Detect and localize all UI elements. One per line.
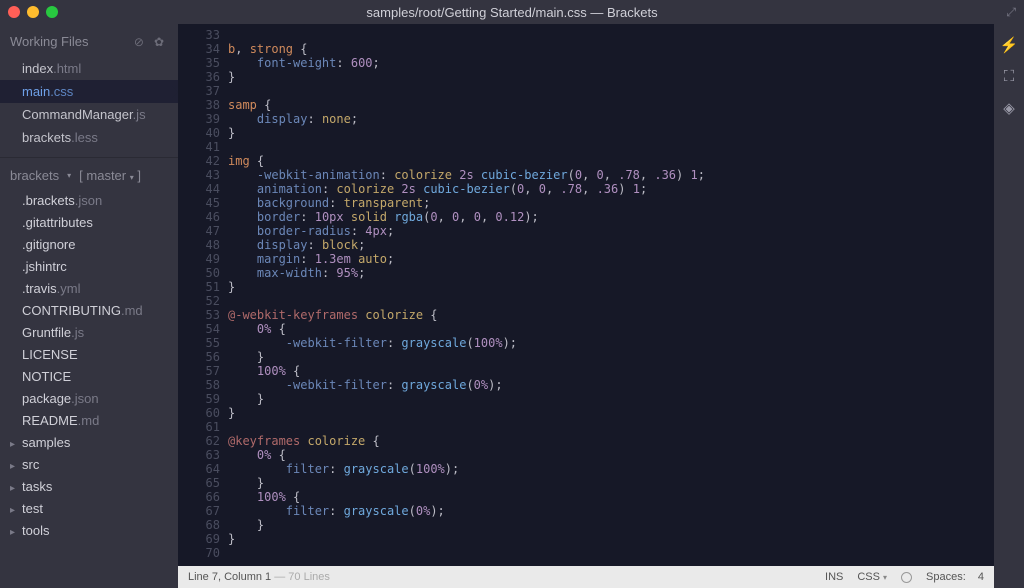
file-item[interactable]: Gruntfile.js	[0, 321, 178, 343]
working-file-item[interactable]: CommandManager.js	[0, 103, 178, 126]
working-files-label: Working Files	[10, 34, 89, 49]
code-line[interactable]	[228, 294, 994, 308]
right-toolbar: ⚡ ⛶ ◈	[994, 24, 1024, 588]
gear-icon[interactable]: ✿	[154, 35, 164, 49]
extension-manager-icon[interactable]: ⛶	[1004, 68, 1015, 85]
code-line[interactable]: }	[228, 126, 994, 140]
code-line[interactable]: animation: colorize 2s cubic-bezier(0, 0…	[228, 182, 994, 196]
file-item[interactable]: LICENSE	[0, 343, 178, 365]
total-lines: 70 Lines	[288, 571, 330, 583]
folder-item[interactable]: test	[0, 497, 178, 519]
code-line[interactable]: font-weight: 600;	[228, 56, 994, 70]
insert-mode[interactable]: INS	[825, 571, 843, 583]
code-line[interactable]: display: block;	[228, 238, 994, 252]
project-tree: .brackets.json.gitattributes.gitignore.j…	[0, 189, 178, 561]
code-line[interactable]	[228, 420, 994, 434]
working-file-item[interactable]: index.html	[0, 57, 178, 80]
project-name: brackets	[10, 168, 59, 183]
code-line[interactable]: -webkit-filter: grayscale(100%);	[228, 336, 994, 350]
file-item[interactable]: .travis.yml	[0, 277, 178, 299]
code-line[interactable]: }	[228, 392, 994, 406]
code-line[interactable]	[228, 28, 994, 42]
maximize-icon[interactable]	[46, 6, 58, 18]
code-line[interactable]	[228, 546, 994, 560]
git-branch: master	[86, 168, 126, 183]
fullscreen-icon[interactable]: ⤢	[1006, 5, 1016, 20]
sidebar: Working Files ⊘ ✿ index.htmlmain.cssComm…	[0, 24, 178, 588]
live-preview-icon[interactable]: ⚡	[1000, 36, 1019, 54]
code-line[interactable]: 100% {	[228, 490, 994, 504]
statusbar: Line 7, Column 1 — 70 Lines INS CSS ▾ Sp…	[178, 566, 994, 588]
file-item[interactable]: CONTRIBUTING.md	[0, 299, 178, 321]
folder-item[interactable]: tools	[0, 519, 178, 541]
working-files-list: index.htmlmain.cssCommandManager.jsbrack…	[0, 55, 178, 157]
editor[interactable]: 3334353637383940414243444546474849505152…	[178, 24, 994, 588]
lint-status-icon[interactable]	[901, 572, 912, 583]
folder-item[interactable]: samples	[0, 431, 178, 453]
file-item[interactable]: .brackets.json	[0, 189, 178, 211]
code-line[interactable]: samp {	[228, 98, 994, 112]
language-mode[interactable]: CSS ▾	[857, 571, 887, 583]
working-files-header: Working Files ⊘ ✿	[0, 24, 178, 55]
code-line[interactable]: border-radius: 4px;	[228, 224, 994, 238]
code-line[interactable]: }	[228, 350, 994, 364]
code-line[interactable]: border: 10px solid rgba(0, 0, 0, 0.12);	[228, 210, 994, 224]
project-header[interactable]: brackets▾ [ master ▾ ]	[0, 157, 178, 189]
code-line[interactable]: }	[228, 70, 994, 84]
code-line[interactable]: background: transparent;	[228, 196, 994, 210]
file-item[interactable]: .gitignore	[0, 233, 178, 255]
folder-item[interactable]: src	[0, 453, 178, 475]
code-line[interactable]: @-webkit-keyframes colorize {	[228, 308, 994, 322]
file-item[interactable]: .jshintrc	[0, 255, 178, 277]
working-file-item[interactable]: main.css	[0, 80, 178, 103]
file-item[interactable]: .gitattributes	[0, 211, 178, 233]
code-line[interactable]	[228, 84, 994, 98]
close-all-icon[interactable]: ⊘	[134, 35, 144, 49]
code-line[interactable]: display: none;	[228, 112, 994, 126]
code-line[interactable]: }	[228, 532, 994, 546]
traffic-lights	[8, 6, 58, 18]
file-item[interactable]: package.json	[0, 387, 178, 409]
code-line[interactable]: margin: 1.3em auto;	[228, 252, 994, 266]
code-area[interactable]: b, strong { font-weight: 600;} samp { dis…	[228, 28, 994, 566]
code-line[interactable]: -webkit-animation: colorize 2s cubic-bez…	[228, 168, 994, 182]
code-line[interactable]: filter: grayscale(100%);	[228, 462, 994, 476]
close-icon[interactable]	[8, 6, 20, 18]
code-line[interactable]: filter: grayscale(0%);	[228, 504, 994, 518]
code-line[interactable]	[228, 140, 994, 154]
code-line[interactable]: 0% {	[228, 322, 994, 336]
code-line[interactable]: }	[228, 406, 994, 420]
working-file-item[interactable]: brackets.less	[0, 126, 178, 149]
code-line[interactable]: 0% {	[228, 448, 994, 462]
code-line[interactable]: }	[228, 518, 994, 532]
code-line[interactable]: img {	[228, 154, 994, 168]
code-line[interactable]: @keyframes colorize {	[228, 434, 994, 448]
diamond-icon[interactable]: ◈	[1003, 99, 1015, 117]
line-gutter: 3334353637383940414243444546474849505152…	[178, 28, 228, 566]
code-line[interactable]: -webkit-filter: grayscale(0%);	[228, 378, 994, 392]
minimize-icon[interactable]	[27, 6, 39, 18]
folder-item[interactable]: tasks	[0, 475, 178, 497]
indent-settings[interactable]: Spaces: 4	[926, 571, 984, 583]
file-item[interactable]: README.md	[0, 409, 178, 431]
code-line[interactable]: }	[228, 476, 994, 490]
cursor-position[interactable]: Line 7, Column 1	[188, 571, 271, 583]
file-item[interactable]: NOTICE	[0, 365, 178, 387]
code-line[interactable]: max-width: 95%;	[228, 266, 994, 280]
window-title: samples/root/Getting Started/main.css — …	[0, 5, 1024, 20]
code-line[interactable]: 100% {	[228, 364, 994, 378]
code-line[interactable]: b, strong {	[228, 42, 994, 56]
code-line[interactable]: }	[228, 280, 994, 294]
titlebar: samples/root/Getting Started/main.css — …	[0, 0, 1024, 24]
